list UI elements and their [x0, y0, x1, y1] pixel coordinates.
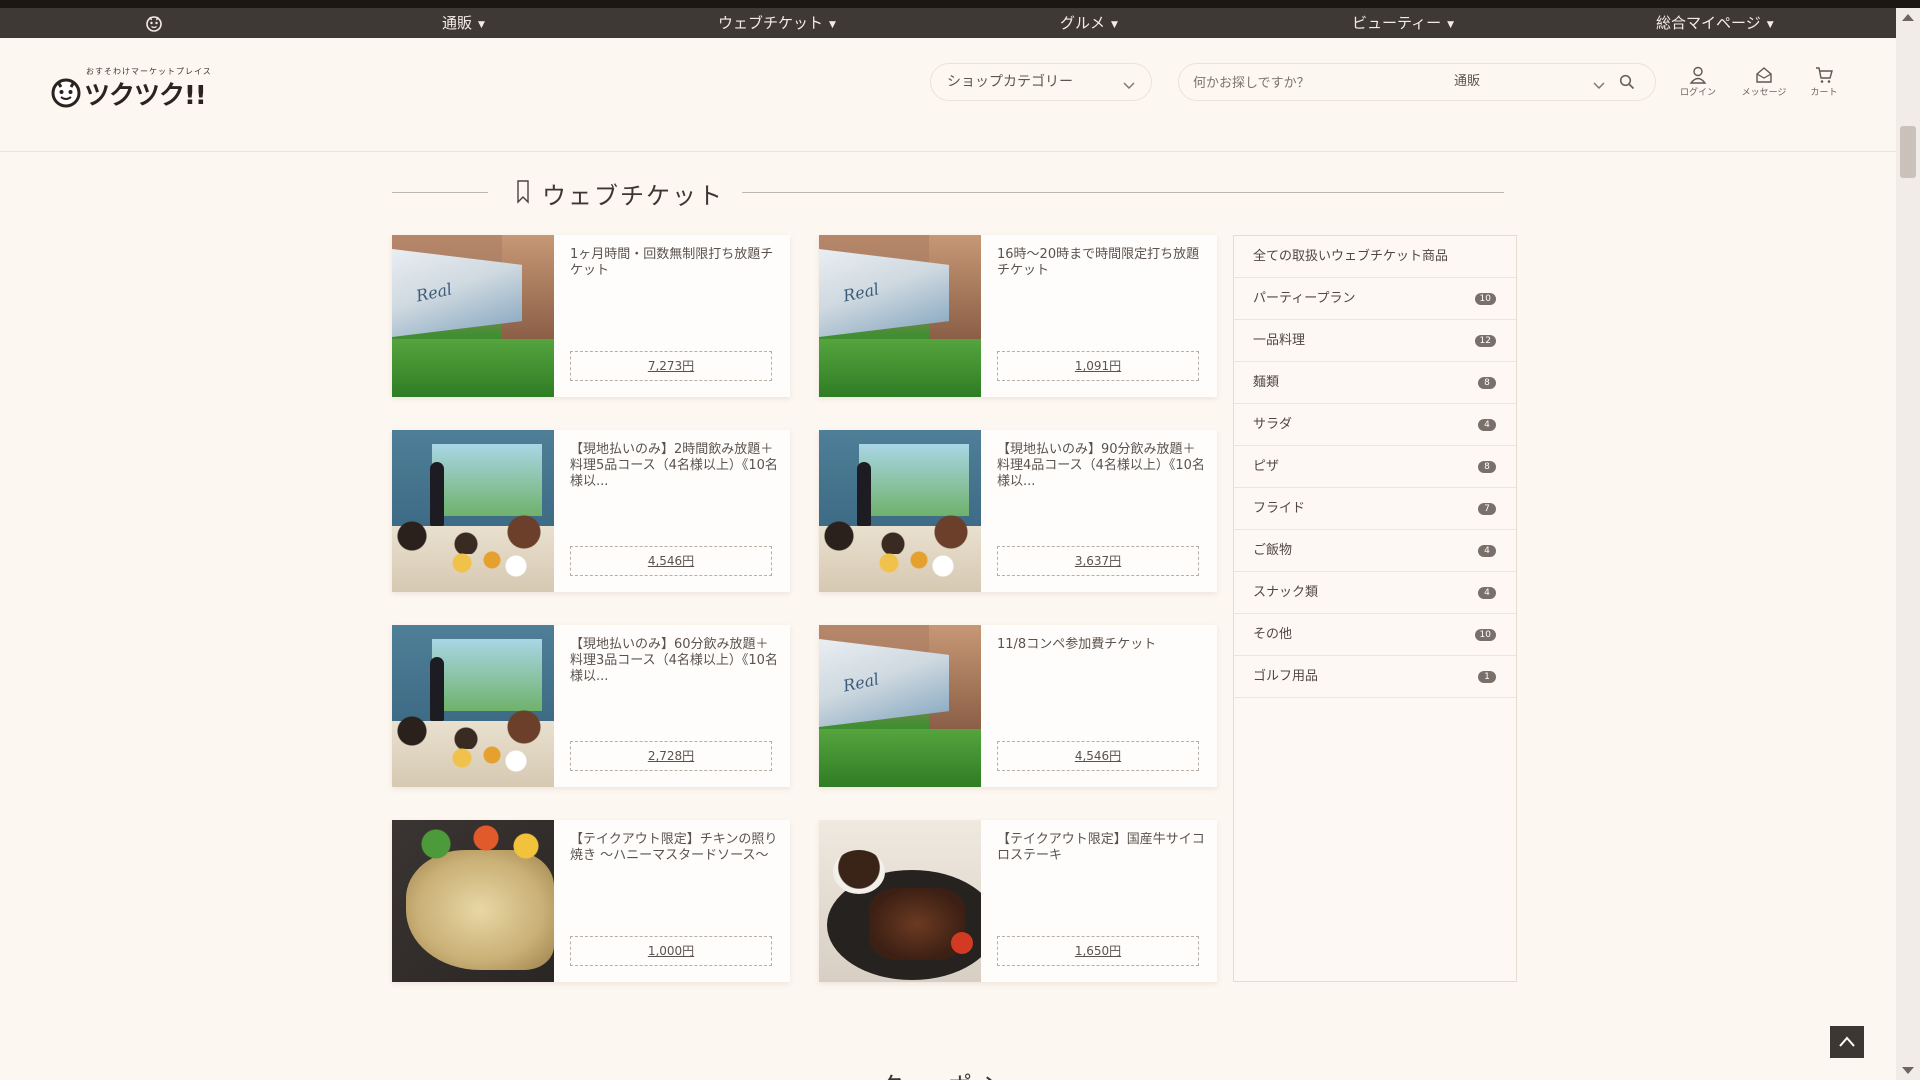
- product-price-button[interactable]: 1,650円: [997, 936, 1199, 966]
- count-badge: 4: [1478, 419, 1496, 431]
- count-badge: 8: [1478, 461, 1496, 473]
- product-name[interactable]: 11/8コンペ参加費チケット: [997, 637, 1205, 653]
- nav-item-mypage[interactable]: 総合マイページ ▼: [1656, 8, 1774, 38]
- search-input[interactable]: [1193, 71, 1413, 95]
- nav-item-gourmet[interactable]: グルメ ▼: [1060, 8, 1118, 38]
- count-badge: 1: [1478, 671, 1496, 683]
- home-icon[interactable]: [144, 14, 164, 32]
- scroll-up-arrow-icon[interactable]: [1902, 14, 1914, 21]
- chevron-down-icon[interactable]: [1593, 76, 1605, 89]
- search-scope-select[interactable]: 通販: [1454, 64, 1480, 100]
- caret-down-icon: ▼: [829, 20, 836, 30]
- count-badge: 10: [1474, 293, 1496, 305]
- sidebar-item-noodles[interactable]: 麺類 8: [1234, 362, 1516, 404]
- count-badge: 4: [1478, 545, 1496, 557]
- product-image[interactable]: [819, 820, 981, 982]
- product-card[interactable]: Real 16時〜20時まで時間限定打ち放題チケット 1,091円: [819, 235, 1217, 397]
- page-scrollbar[interactable]: [1896, 8, 1920, 1080]
- count-badge: 12: [1474, 335, 1496, 347]
- count-badge: 8: [1478, 377, 1496, 389]
- divider-line: [742, 192, 1504, 193]
- sidebar-item-snacks[interactable]: スナック類 4: [1234, 572, 1516, 614]
- login-button[interactable]: ログイン: [1670, 66, 1726, 100]
- product-image[interactable]: Real: [819, 235, 981, 397]
- product-name[interactable]: 【現地払いのみ】2時間飲み放題＋料理5品コース（4名様以上）《10名様以...: [570, 442, 778, 490]
- product-price-button[interactable]: 4,546円: [570, 546, 772, 576]
- product-image[interactable]: [392, 625, 554, 787]
- chevron-down-icon: [1123, 76, 1135, 89]
- global-nav: 通販 ▼ ウェブチケット ▼ グルメ ▼ ビューティー ▼ 総合マイページ ▼: [0, 8, 1896, 38]
- next-section-title: クーポン: [880, 1066, 1040, 1080]
- section-title: ウェブチケット: [542, 182, 724, 210]
- shop-category-select[interactable]: ショップカテゴリー: [930, 63, 1152, 101]
- site-header: おすそわけマーケットプレイス ツクツク!! ショップカテゴリー 通販 ログイン …: [0, 38, 1896, 152]
- cart-icon: [1816, 67, 1833, 83]
- nav-item-webticket[interactable]: ウェブチケット ▼: [718, 8, 836, 38]
- chevron-up-icon: [1839, 1036, 1855, 1047]
- count-badge: 7: [1478, 503, 1496, 515]
- scroll-down-arrow-icon[interactable]: [1902, 1067, 1914, 1074]
- category-sidebar: 全ての取扱いウェブチケット商品 パーティープラン 10 一品料理 12 麺類 8 サラ…: [1233, 235, 1517, 982]
- back-to-top-button[interactable]: [1830, 1026, 1864, 1058]
- product-image[interactable]: Real: [819, 625, 981, 787]
- sidebar-item-golf-goods[interactable]: ゴルフ用品 1: [1234, 656, 1516, 698]
- product-price-button[interactable]: 1,091円: [997, 351, 1199, 381]
- top-strip: [0, 0, 1920, 8]
- sidebar-item-other[interactable]: その他 10: [1234, 614, 1516, 656]
- product-image[interactable]: [392, 430, 554, 592]
- caret-down-icon: ▼: [1111, 20, 1118, 30]
- product-price-button[interactable]: 3,637円: [997, 546, 1199, 576]
- nav-item-tsuhan[interactable]: 通販 ▼: [442, 8, 485, 38]
- product-price-button[interactable]: 1,000円: [570, 936, 772, 966]
- sidebar-item-pizza[interactable]: ピザ 8: [1234, 446, 1516, 488]
- sidebar-item-fried[interactable]: フライド 7: [1234, 488, 1516, 530]
- product-price-button[interactable]: 2,728円: [570, 741, 772, 771]
- site-logo[interactable]: おすそわけマーケットプレイス ツクツク!!: [50, 66, 220, 111]
- nav-item-beauty[interactable]: ビューティー ▼: [1352, 8, 1454, 38]
- sidebar-item-party-plan[interactable]: パーティープラン 10: [1234, 278, 1516, 320]
- sidebar-item-all[interactable]: 全ての取扱いウェブチケット商品: [1234, 236, 1516, 278]
- product-image[interactable]: [392, 820, 554, 982]
- logo-mascot-icon: [50, 76, 82, 108]
- product-name[interactable]: 【テイクアウト限定】国産牛サイコロステーキ: [997, 832, 1205, 864]
- product-image[interactable]: Real: [392, 235, 554, 397]
- mail-icon: [1756, 67, 1772, 83]
- product-card[interactable]: Real 1ヶ月時間・回数無制限打ち放題チケット 7,273円: [392, 235, 790, 397]
- product-card[interactable]: 【テイクアウト限定】国産牛サイコロステーキ 1,650円: [819, 820, 1217, 982]
- sidebar-item-single-dish[interactable]: 一品料理 12: [1234, 320, 1516, 362]
- ticket-icon: [516, 180, 530, 204]
- product-price-button[interactable]: 7,273円: [570, 351, 772, 381]
- product-image[interactable]: [819, 430, 981, 592]
- caret-down-icon: ▼: [478, 20, 485, 30]
- product-name[interactable]: 【現地払いのみ】60分飲み放題＋料理3品コース（4名様以上）《10名様以...: [570, 637, 778, 685]
- caret-down-icon: ▼: [1447, 20, 1455, 30]
- product-name[interactable]: 16時〜20時まで時間限定打ち放題チケット: [997, 247, 1205, 279]
- product-name[interactable]: 1ヶ月時間・回数無制限打ち放題チケット: [570, 247, 778, 279]
- count-badge: 4: [1478, 587, 1496, 599]
- product-card[interactable]: 【現地払いのみ】2時間飲み放題＋料理5品コース（4名様以上）《10名様以... …: [392, 430, 790, 592]
- section-heading: ウェブチケット: [392, 174, 1504, 210]
- sidebar-item-rice[interactable]: ご飯物 4: [1234, 530, 1516, 572]
- product-card[interactable]: 【現地払いのみ】60分飲み放題＋料理3品コース（4名様以上）《10名様以... …: [392, 625, 790, 787]
- sidebar-item-salad[interactable]: サラダ 4: [1234, 404, 1516, 446]
- product-price-button[interactable]: 4,546円: [997, 741, 1199, 771]
- search-bar: 通販: [1178, 63, 1656, 101]
- product-card[interactable]: Real 11/8コンペ参加費チケット 4,546円: [819, 625, 1217, 787]
- cart-button[interactable]: カート: [1796, 66, 1852, 100]
- shop-category-label: ショップカテゴリー: [947, 74, 1073, 90]
- count-badge: 10: [1474, 629, 1496, 641]
- user-icon: [1689, 66, 1707, 84]
- product-name[interactable]: 【テイクアウト限定】チキンの照り焼き 〜ハニーマスタードソース〜: [570, 832, 778, 864]
- search-icon[interactable]: [1619, 74, 1635, 90]
- logo-text: ツクツク!!: [84, 81, 207, 111]
- scroll-thumb[interactable]: [1900, 126, 1916, 178]
- caret-down-icon: ▼: [1766, 20, 1774, 30]
- product-card[interactable]: 【現地払いのみ】90分飲み放題＋料理4品コース（4名様以上）《10名様以... …: [819, 430, 1217, 592]
- divider-line: [392, 192, 488, 193]
- message-button[interactable]: メッセージ: [1736, 66, 1792, 100]
- product-name[interactable]: 【現地払いのみ】90分飲み放題＋料理4品コース（4名様以上）《10名様以...: [997, 442, 1205, 490]
- product-card[interactable]: 【テイクアウト限定】チキンの照り焼き 〜ハニーマスタードソース〜 1,000円: [392, 820, 790, 982]
